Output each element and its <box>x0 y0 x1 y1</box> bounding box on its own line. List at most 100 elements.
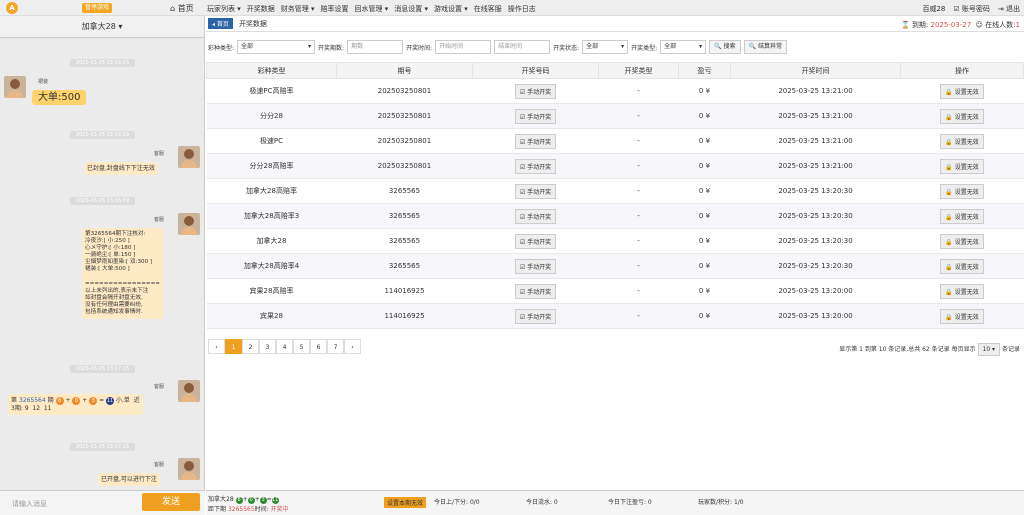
timestamp: 2025-03-25 13:17:15 <box>0 364 205 373</box>
manual-draw-button[interactable]: ☑ 手动开奖 <box>514 233 557 249</box>
tab-draw-data[interactable]: 开奖数据 <box>239 19 267 29</box>
filter-bar: 彩种类型: 全部 开奖期数: 期数 开奖时间: 开始时间 结束时间 开奖状态: … <box>206 38 1024 56</box>
menu-support[interactable]: 在线客服 <box>474 4 502 14</box>
menu-rebate[interactable]: 回水管理 ▾ <box>355 4 389 14</box>
cell-profit: 0 ¥ <box>678 278 731 304</box>
set-invalid-button[interactable]: 🔒 设置无效 <box>940 208 984 224</box>
account-password-link[interactable]: ☑ 账号密码 <box>953 4 990 14</box>
settle-error-button[interactable]: 🔍 结算异常 <box>743 40 787 54</box>
cell-time: 2025-03-25 13:20:30 <box>730 228 901 254</box>
type-label: 彩种类型: <box>208 44 235 52</box>
logout-label: 退出 <box>1006 5 1020 13</box>
cell-numbers: ☑ 手动开奖 <box>472 153 599 179</box>
site-name: 百威28 <box>922 5 946 13</box>
page-3[interactable]: 3 <box>259 339 276 354</box>
stat-players: 玩家数/积分: 1/0 <box>698 499 744 506</box>
cell-action: 🔒 设置无效 <box>900 228 1024 254</box>
manual-draw-button[interactable]: ☑ 手动开奖 <box>514 108 557 124</box>
cell-numbers: ☑ 手动开奖 <box>472 278 599 304</box>
support-avatar <box>178 213 200 235</box>
menu-logs[interactable]: 操作日志 <box>508 4 536 14</box>
page-7[interactable]: 7 <box>327 339 344 354</box>
cell-action: 🔒 设置无效 <box>900 178 1024 204</box>
search-button[interactable]: 🔍 搜索 <box>709 40 741 54</box>
set-issue-invalid-button[interactable]: 设置本期无效 <box>384 497 427 508</box>
page-4[interactable]: 4 <box>276 339 293 354</box>
cell-draw-type: - <box>598 303 679 329</box>
manual-draw-button[interactable]: ☑ 手动开奖 <box>514 208 557 224</box>
kind-select[interactable]: 全部 <box>660 40 707 54</box>
cell-action: 🔒 设置无效 <box>900 103 1024 129</box>
menu-finance[interactable]: 财务管理 ▾ <box>281 4 315 14</box>
cell-time: 2025-03-25 13:20:30 <box>730 178 901 204</box>
set-invalid-button[interactable]: 🔒 设置无效 <box>940 133 984 149</box>
set-invalid-button[interactable]: 🔒 设置无效 <box>940 308 984 324</box>
menu-messages[interactable]: 消息设置 ▾ <box>394 4 428 14</box>
cell-action: 🔒 设置无效 <box>900 203 1024 229</box>
logout-link[interactable]: ⇥ 退出 <box>998 4 1020 14</box>
set-invalid-button[interactable]: 🔒 设置无效 <box>940 83 984 99</box>
cell-action: 🔒 设置无效 <box>900 128 1024 154</box>
online-count: 1 <box>1015 21 1020 29</box>
home-link[interactable]: ⌂ 首页 <box>170 3 194 14</box>
set-invalid-button[interactable]: 🔒 设置无效 <box>940 233 984 249</box>
room-selector[interactable]: 加拿大28 ▾ <box>0 16 204 38</box>
support-avatar <box>178 380 200 402</box>
cell-numbers: ☑ 手动开奖 <box>472 128 599 154</box>
account-password-label: 账号密码 <box>961 5 990 13</box>
start-time-input[interactable]: 开始时间 <box>435 40 492 54</box>
per-page-select[interactable]: 10 ▾ <box>977 343 1001 356</box>
lottery-type-select[interactable]: 全部 <box>237 40 316 54</box>
cell-numbers: ☑ 手动开奖 <box>472 253 599 279</box>
cell-time: 2025-03-25 13:20:00 <box>730 278 901 304</box>
period-input[interactable]: 期数 <box>347 40 404 54</box>
set-invalid-button[interactable]: 🔒 设置无效 <box>940 108 984 124</box>
page-1[interactable]: 1 <box>225 339 242 354</box>
set-invalid-button[interactable]: 🔒 设置无效 <box>940 258 984 274</box>
manual-draw-button[interactable]: ☑ 手动开奖 <box>514 283 557 299</box>
cell-profit: 0 ¥ <box>678 128 731 154</box>
page-6[interactable]: 6 <box>310 339 327 354</box>
issue-number: 3265564 <box>18 397 46 404</box>
cell-numbers: ☑ 手动开奖 <box>472 203 599 229</box>
manual-draw-button[interactable]: ☑ 手动开奖 <box>514 158 557 174</box>
manual-draw-button[interactable]: ☑ 手动开奖 <box>514 83 557 99</box>
page-5[interactable]: 5 <box>293 339 310 354</box>
page-next[interactable]: › <box>344 339 361 354</box>
tab-home[interactable]: ◂ 首页 <box>208 18 233 29</box>
menu-draw-data[interactable]: 开奖数据 <box>247 4 275 14</box>
cell-action: 🔒 设置无效 <box>900 303 1024 329</box>
cell-time: 2025-03-25 13:21:00 <box>730 103 901 129</box>
col-profit: 盈亏 <box>678 62 731 79</box>
manual-draw-button[interactable]: ☑ 手动开奖 <box>514 133 557 149</box>
set-invalid-button[interactable]: 🔒 设置无效 <box>940 283 984 299</box>
cell-draw-type: - <box>598 103 679 129</box>
col-action: 操作 <box>900 62 1024 79</box>
page-2[interactable]: 2 <box>242 339 259 354</box>
table-row: 宾果28 114016925 ☑ 手动开奖 -0 ¥2025-03-25 13:20:… <box>206 303 1024 329</box>
cell-numbers: ☑ 手动开奖 <box>472 103 599 129</box>
menu-game-settings[interactable]: 游戏设置 ▾ <box>434 4 468 14</box>
manual-draw-button[interactable]: ☑ 手动开奖 <box>514 308 557 324</box>
page-prev[interactable]: ‹ <box>208 339 225 354</box>
cell-type: 加拿大28高赔率 <box>206 178 337 204</box>
chat-input[interactable]: 请输入消息 <box>12 499 47 509</box>
manual-draw-button[interactable]: ☑ 手动开奖 <box>514 183 557 199</box>
table-row: 加拿大28高赔率4 3265565 ☑ 手动开奖 -0 ¥2025-03-25 13:… <box>206 253 1024 279</box>
set-invalid-button[interactable]: 🔒 设置无效 <box>940 158 984 174</box>
set-invalid-button[interactable]: 🔒 设置无效 <box>940 183 984 199</box>
stat-today-updown: 今日上/下分: 0/0 <box>434 499 480 506</box>
send-button[interactable]: 发送 <box>142 493 200 511</box>
manual-draw-button[interactable]: ☑ 手动开奖 <box>514 258 557 274</box>
cell-type: 宾果28 <box>206 303 337 329</box>
status-info: ⌛ 到期: 2025-03-27 ☺ 在线人数:1 <box>900 21 1020 29</box>
end-time-input[interactable]: 结束时间 <box>494 40 551 54</box>
cell-time: 2025-03-25 13:20:00 <box>730 303 901 329</box>
status-select[interactable]: 全部 <box>582 40 629 54</box>
pause-game-button[interactable]: 暂停游戏 <box>82 3 113 13</box>
menu-players[interactable]: 玩家列表 ▾ <box>207 4 241 14</box>
chat-messages[interactable]: 2025-03-25 13:16:03 裙装 大单:500 2025-03-25… <box>0 38 205 490</box>
menu-odds[interactable]: 赔率设置 <box>321 4 349 14</box>
cell-profit: 0 ¥ <box>678 153 731 179</box>
cell-issue: 3265565 <box>336 253 473 279</box>
